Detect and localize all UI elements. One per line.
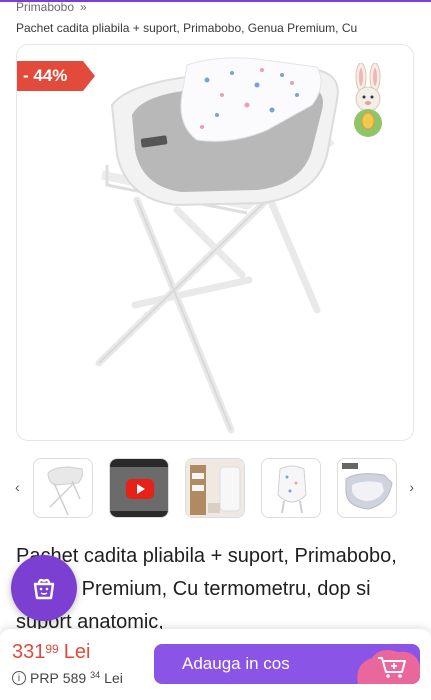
prp-decimals: 34 — [90, 670, 101, 680]
thumbnail-next-button[interactable]: › — [409, 479, 414, 495]
cart-plus-icon — [357, 650, 420, 684]
thumbnail-tub-on-stand[interactable] — [33, 458, 93, 518]
info-icon[interactable]: i — [12, 671, 26, 685]
prp-label: PRP — [30, 670, 59, 686]
breadcrumb-separator: » — [80, 0, 87, 14]
breadcrumb: Primabobo » — [16, 0, 87, 14]
floating-gift-button[interactable] — [11, 555, 77, 621]
add-to-cart-button[interactable]: Adauga in cos — [154, 644, 420, 684]
product-gallery[interactable]: - 44% — [16, 44, 414, 441]
discount-badge: - 44% — [17, 61, 95, 91]
thumbnail-folded-tub[interactable] — [337, 458, 397, 518]
thumbnail-prev-button[interactable]: ‹ — [15, 479, 20, 495]
prp-integer: 589 — [62, 670, 87, 686]
recommended-price: i PRP 589 34 Lei — [12, 670, 123, 686]
gift-icon — [33, 578, 55, 600]
prp-currency: Lei — [104, 670, 123, 686]
thumbnail-strip: ‹ › — [0, 457, 431, 519]
header-product-title: Pachet cadita pliabila + suport, Primabo… — [16, 21, 358, 35]
thumbnail-seat[interactable] — [261, 458, 321, 518]
current-price: 331 99 Lei — [12, 641, 90, 664]
thumbnail-video[interactable] — [109, 458, 169, 518]
thumbnail-lifestyle[interactable] — [185, 458, 245, 518]
price-decimals: 99 — [45, 642, 59, 656]
add-to-cart-label: Adauga in cos — [182, 654, 290, 673]
easter-bunny-icon — [354, 63, 382, 137]
price-currency: Lei — [63, 641, 91, 663]
breadcrumb-link[interactable]: Primabobo — [16, 0, 74, 14]
price-integer: 331 — [12, 641, 46, 663]
bottom-purchase-bar: 331 99 Lei i PRP 589 34 Lei Adauga in cos — [0, 629, 431, 700]
